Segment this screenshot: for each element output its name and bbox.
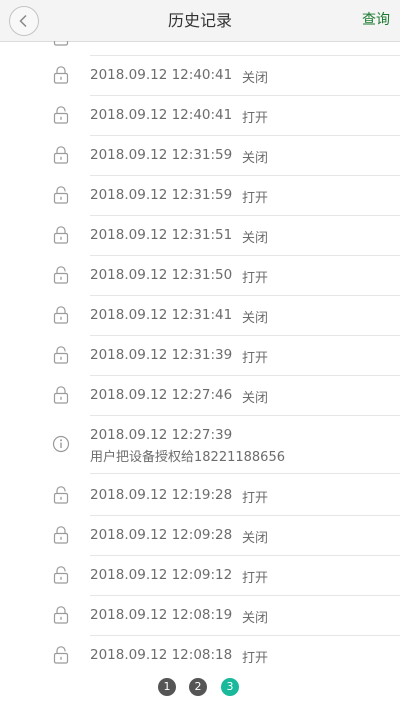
lock-icon [53,41,69,46]
record-time: 2018.09.12 12:08:18 [90,647,233,663]
record-time: 2018.09.12 12:31:51 [90,227,233,243]
lock-open-icon [53,486,69,504]
lock-closed-icon [53,606,69,624]
record-action: 打开 [242,351,269,366]
record-time: 2018.09.12 12:09:12 [90,567,233,583]
record-action: 关闭 [242,71,269,86]
pagination: 123 [0,672,400,702]
page-title: 历史记录 [167,11,232,30]
history-row: 2018.09.12 12:31:51 关闭 [0,216,400,256]
history-row: 2018.09.12 12:19:28 打开 [0,476,400,516]
record-time: 2018.09.12 12:31:59 [90,187,233,203]
record-action: 打开 [242,191,269,206]
lock-closed-icon [53,226,69,244]
list-item-partial [0,41,400,56]
record-message: 用户把设备授权给18221188656 [90,450,285,465]
history-row: 2018.09.12 12:08:19 关闭 [0,596,400,636]
history-row: 2018.09.12 12:08:18 打开 [0,636,400,671]
lock-closed-icon [53,386,69,404]
lock-open-icon [53,566,69,584]
page-button-2[interactable]: 2 [189,678,207,696]
record-action: 打开 [242,271,269,286]
record-time: 2018.09.12 12:31:59 [90,147,233,163]
record-time: 2018.09.12 12:31:50 [90,267,233,283]
history-row: 2018.09.12 12:27:46 关闭 [0,376,400,416]
history-row: 2018.09.12 12:09:12 打开 [0,556,400,596]
lock-closed-icon [53,66,69,84]
history-row: 2018.09.12 12:40:41 关闭 [0,56,400,96]
lock-open-icon [53,346,69,364]
history-row: 2018.09.12 12:31:50 打开 [0,256,400,296]
record-action: 打开 [242,111,269,126]
lock-closed-icon [53,306,69,324]
page-button-1[interactable]: 1 [158,678,176,696]
record-action: 打开 [242,491,269,506]
record-time: 2018.09.12 12:08:19 [90,607,233,623]
record-time: 2018.09.12 12:31:39 [90,347,233,363]
history-list: 2018.09.12 12:40:41 关闭 2018.09.12 12:40:41… [0,41,400,671]
record-time: 2018.09.12 12:31:41 [90,307,233,323]
history-row: 2018.09.12 12:31:39 打开 [0,336,400,376]
query-button[interactable]: 查询 [362,0,390,41]
record-action: 关闭 [242,311,269,326]
record-time: 2018.09.12 12:19:28 [90,487,233,503]
history-row: 2018.09.12 12:31:59 打开 [0,176,400,216]
history-row: 2018.09.12 12:40:41 打开 [0,96,400,136]
history-row: 2018.09.12 12:09:28 关闭 [0,516,400,556]
record-action: 关闭 [242,391,269,406]
history-row: 2018.09.12 12:27:39 用户把设备授权给18221188656 [0,416,400,474]
record-action: 打开 [242,571,269,586]
record-time: 2018.09.12 12:27:39 [90,427,233,443]
record-action: 打开 [242,651,269,666]
record-action: 关闭 [242,151,269,166]
lock-open-icon [53,186,69,204]
header-bar: 历史记录 查询 [0,0,400,42]
record-action: 关闭 [242,531,269,546]
history-row: 2018.09.12 12:31:59 关闭 [0,136,400,176]
row-divider [90,473,400,474]
record-time: 2018.09.12 12:09:28 [90,527,233,543]
history-row: 2018.09.12 12:31:41 关闭 [0,296,400,336]
record-time: 2018.09.12 12:40:41 [90,107,233,123]
record-time: 2018.09.12 12:40:41 [90,67,233,83]
record-time: 2018.09.12 12:27:46 [90,387,233,403]
record-action: 关闭 [242,611,269,626]
lock-closed-icon [53,526,69,544]
lock-open-icon [53,646,69,664]
info-icon [52,435,70,453]
lock-open-icon [53,266,69,284]
lock-open-icon [53,106,69,124]
page-button-3[interactable]: 3 [221,678,239,696]
record-action: 关闭 [242,231,269,246]
lock-closed-icon [53,146,69,164]
